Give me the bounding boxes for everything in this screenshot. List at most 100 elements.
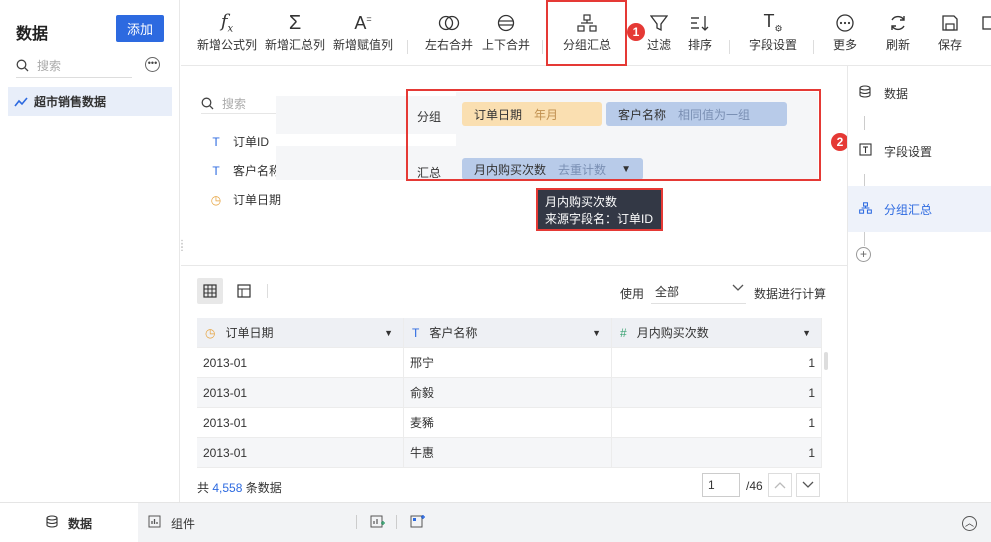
tab-component[interactable]: 组件 [148,503,195,542]
step-item-field-settings[interactable]: 字段设置 [848,128,991,174]
total-prefix: 共 [197,481,210,495]
next-page-button[interactable] [796,473,820,497]
caret-down-icon[interactable]: ▼ [384,328,393,338]
field-name: 订单日期 [233,193,282,207]
step-label: 数据 [884,86,909,101]
column-title: 月内购买次数 [636,326,709,340]
step-item-group-summary[interactable]: 分组汇总 [848,186,991,232]
field-item[interactable]: T 订单ID [209,133,269,150]
use-suffix: 数据进行计算 [754,287,827,301]
table-cell: 2013-01 [197,438,404,467]
button-label: 新增公式列 [196,38,257,52]
add-step-icon[interactable]: + [856,247,871,262]
table-cell: 2013-01 [197,378,404,407]
table-header: ◷ 订单日期 ▼ T 客户名称 ▼ # 月内购买次数 ▼ [197,318,822,348]
prev-page-button[interactable] [768,473,792,497]
dataset-item[interactable]: 超市销售数据 [8,87,172,116]
field-name: 客户名称 [233,164,282,178]
add-summary-column-button[interactable]: Σ 新增汇总列 [263,10,327,53]
button-label: 字段设置 [748,38,797,52]
table-cell: 2013-01 [197,348,404,377]
overflow-button[interactable] [981,10,991,36]
more-button[interactable]: 更多 [827,10,863,53]
tab-label: 组件 [171,516,196,531]
page-total: /46 [746,479,763,493]
toolbar-divider [407,40,408,54]
tooltip-line: 月内购买次数 [545,195,618,209]
bar-chart-icon [148,515,161,531]
column-header[interactable]: ◷ 订单日期 ▼ [197,318,404,347]
field-item[interactable]: ◷ 订单日期 [209,191,281,208]
button-label: 上下合并 [481,38,530,52]
tooltip-line: 来源字段名：订单ID [545,212,654,226]
text-type-icon: T [212,134,220,149]
caret-down-icon[interactable]: ▼ [802,328,811,338]
add-formula-column-button[interactable]: fx 新增公式列 [195,10,259,53]
add-chart-icon[interactable] [370,514,385,532]
search-placeholder: 搜索 [37,59,62,73]
button-label: 过滤 [646,38,671,52]
table-row: 2013-01 邢宁 1 [197,348,822,378]
filter-button[interactable]: 过滤 [643,10,675,53]
button-label: 排序 [687,38,712,52]
number-type-icon: # [620,325,627,340]
data-preview: 使用 全部 数据进行计算 ◷ 订单日期 ▼ T 客户名称 ▼ # 月内购买次数 … [181,266,847,502]
sigma-icon: Σ [288,11,302,34]
table-cell: 牛惠 [404,438,612,467]
table-cell: 1 [612,438,822,467]
divider [267,284,268,298]
use-label: 使用 [620,287,645,301]
data-scope-select[interactable]: 全部 [651,280,746,304]
column-header[interactable]: T 客户名称 ▼ [404,318,612,347]
merge-vertical-icon [478,10,534,36]
layout-icon [237,284,251,298]
step-label: 字段设置 [884,144,933,159]
table-cell: 2013-01 [197,408,404,437]
table-cell: 1 [612,378,822,407]
layout-view-button[interactable] [231,278,257,304]
step-item-data[interactable]: 数据 [848,70,991,116]
toolbar-divider [542,40,543,54]
collapse-icon[interactable]: ︿ [962,516,977,531]
toolbar-divider [813,40,814,54]
grid-view-button[interactable] [197,278,223,304]
database-icon [46,515,58,531]
button-label: 保存 [937,38,962,52]
highlight-frame-2 [406,89,821,181]
more-options-icon[interactable]: ••• [145,57,160,72]
add-assign-column-button[interactable]: A= 新增赋值列 [331,10,395,53]
toolbar: fx 新增公式列 Σ 新增汇总列 A= 新增赋值列 左右合并 上下合并 分组汇总… [181,0,991,66]
chevron-down-icon [802,481,814,488]
left-panel: 数据 添加 搜索 ••• 超市销售数据 [0,0,180,502]
table-row: 2013-01 麦豨 1 [197,408,822,438]
page-number-input[interactable]: 1 [702,473,740,497]
save-button[interactable]: 保存 [933,10,967,53]
dataset-search-input[interactable]: 搜索 [16,54,132,78]
search-placeholder: 搜索 [222,97,247,111]
table-cell: 俞毅 [404,378,612,407]
filter-icon [643,10,675,36]
add-button[interactable]: 添加 [116,15,164,42]
chevron-up-icon [774,482,786,489]
tab-data[interactable]: 数据 [0,503,138,542]
column-header[interactable]: # 月内购买次数 ▼ [612,318,822,347]
merge-vertical-button[interactable]: 上下合并 [478,10,534,53]
field-settings-icon [858,143,872,159]
refresh-button[interactable]: 刷新 [880,10,916,53]
field-settings-button[interactable]: T⚙ 字段设置 [743,10,803,53]
merge-horizontal-button[interactable]: 左右合并 [421,10,477,53]
field-item[interactable]: T 客户名称 [209,162,281,179]
add-component-icon[interactable] [410,514,425,532]
resize-handle[interactable]: ⋮ ⋮ [177,240,187,253]
formula-icon: fx [220,11,234,35]
refresh-icon [880,10,916,36]
assign-icon: A= [354,12,372,33]
highlight-frame-1 [546,0,627,66]
sort-button[interactable]: 排序 [683,10,717,53]
caret-down-icon[interactable]: ▼ [592,328,601,338]
toolbar-divider [729,40,730,54]
total-suffix: 条数据 [245,481,282,495]
summary-tooltip: 月内购买次数 来源字段名：订单ID [536,188,663,231]
table-scrollbar[interactable] [824,352,828,370]
field-name: 订单ID [233,135,270,149]
